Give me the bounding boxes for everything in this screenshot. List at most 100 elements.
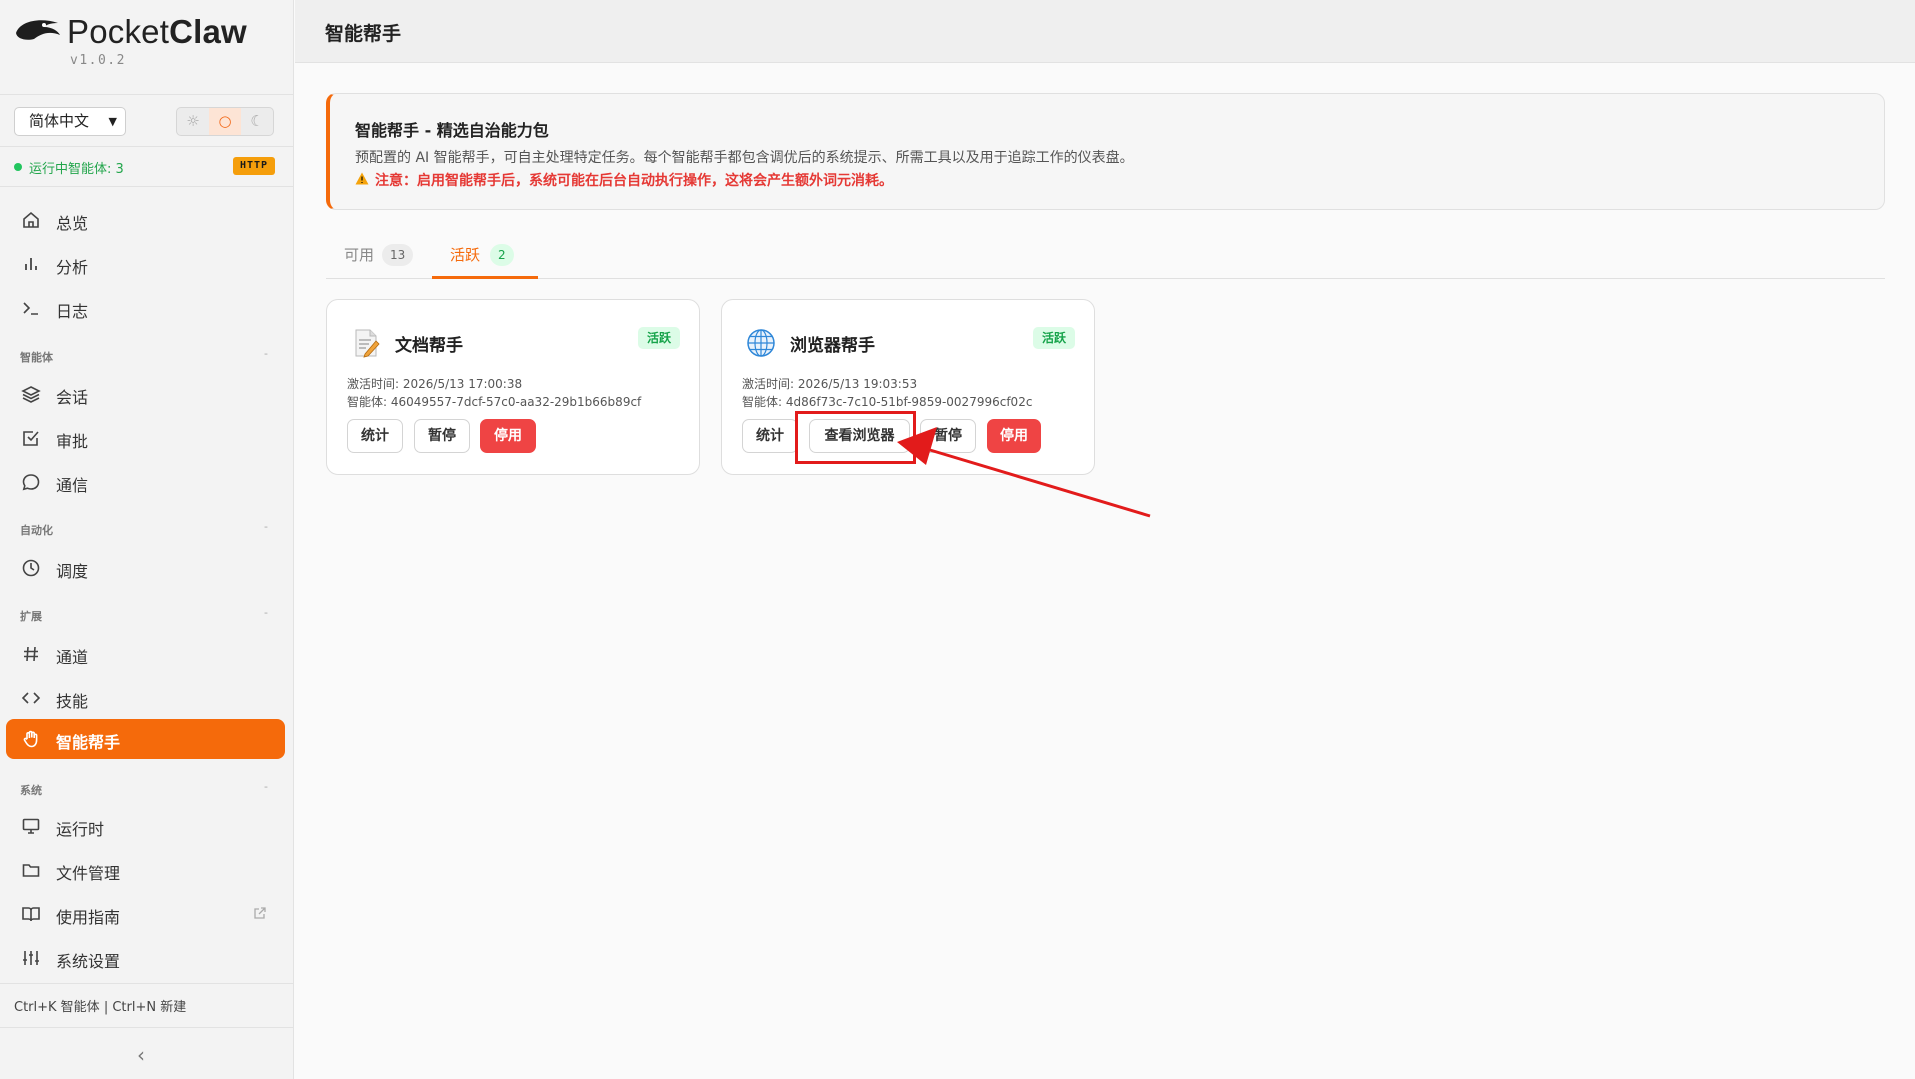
book-open-icon bbox=[22, 907, 40, 922]
sidebar-item-label: 审批 bbox=[56, 432, 89, 451]
shortcut-text: Ctrl+K 智能体 | Ctrl+N 新建 bbox=[14, 1000, 187, 1015]
section-collapse-icon[interactable]: - bbox=[264, 606, 268, 619]
external-link-icon bbox=[254, 907, 266, 919]
tab-bar: 可用 13 活跃 2 bbox=[326, 230, 1885, 279]
sidebar-item-files[interactable]: 文件管理 bbox=[6, 850, 285, 890]
section-collapse-icon[interactable]: - bbox=[264, 347, 268, 360]
system-theme-icon[interactable]: ○ bbox=[209, 108, 241, 135]
tab-active[interactable]: 活跃 2 bbox=[432, 230, 538, 279]
language-select-value: 简体中文 bbox=[29, 112, 90, 130]
pause-button[interactable]: 暂停 bbox=[414, 419, 470, 453]
pause-button[interactable]: 暂停 bbox=[920, 419, 976, 453]
sidebar-item-logs[interactable]: 日志 bbox=[6, 288, 285, 328]
sidebar-item-label: 通道 bbox=[56, 648, 89, 667]
app-version: v1.0.2 bbox=[70, 53, 126, 68]
disable-button[interactable]: 停用 bbox=[480, 419, 536, 453]
dark-theme-icon[interactable]: ☾ bbox=[241, 108, 273, 135]
sidebar-item-label: 调度 bbox=[56, 562, 89, 581]
status-badge: 活跃 bbox=[637, 327, 680, 349]
sidebar-item-label: 通信 bbox=[56, 476, 89, 495]
checkbox-icon bbox=[23, 431, 39, 446]
home-icon bbox=[23, 211, 39, 228]
sidebar: PocketClaw v1.0.2 简体中文 ▼ ☼ ○ ☾ 运行中智能体: 3… bbox=[0, 0, 294, 1079]
sidebar-item-runtime[interactable]: 运行时 bbox=[6, 806, 285, 846]
sidebar-item-analytics[interactable]: 分析 bbox=[6, 244, 285, 284]
sidebar-item-label: 文件管理 bbox=[56, 864, 121, 883]
sidebar-item-approvals[interactable]: 审批 bbox=[6, 418, 285, 458]
agent-id: 智能体: 4d86f73c-7c10-51bf-9859-0027996cf02… bbox=[742, 395, 1033, 409]
hand-icon bbox=[23, 730, 38, 748]
tab-label: 可用 bbox=[344, 246, 375, 264]
status-badge: 活跃 bbox=[1032, 327, 1075, 349]
assistant-name: 文档帮手 bbox=[395, 336, 463, 356]
sidebar-item-sessions[interactable]: 会话 bbox=[6, 374, 285, 414]
sidebar-item-messaging[interactable]: 通信 bbox=[6, 462, 285, 502]
tab-count-badge: 2 bbox=[490, 244, 514, 266]
stats-button[interactable]: 统计 bbox=[742, 419, 798, 453]
sidebar-item-label: 技能 bbox=[56, 692, 89, 711]
sidebar-item-label: 会话 bbox=[56, 388, 89, 407]
document-edit-icon bbox=[355, 329, 380, 358]
sidebar-item-assistants[interactable]: 智能帮手 bbox=[6, 719, 285, 759]
sidebar-item-scheduling[interactable]: 调度 bbox=[6, 548, 285, 588]
disable-button[interactable]: 停用 bbox=[987, 419, 1041, 453]
assistant-card: 文档帮手 活跃 激活时间: 2026/5/13 17:00:38 智能体: 46… bbox=[326, 299, 700, 475]
terminal-icon bbox=[23, 302, 38, 315]
keyboard-shortcut-hint: Ctrl+K 智能体 | Ctrl+N 新建 bbox=[0, 983, 294, 1028]
clock-icon bbox=[22, 559, 40, 577]
sidebar-item-label: 日志 bbox=[56, 302, 89, 321]
tab-available[interactable]: 可用 13 bbox=[326, 230, 426, 279]
activation-time: 激活时间: 2026/5/13 17:00:38 bbox=[347, 377, 523, 391]
sidebar-item-guide[interactable]: 使用指南 bbox=[6, 894, 285, 934]
section-heading-system: 系统 bbox=[20, 784, 42, 797]
section-heading-agents: 智能体 bbox=[20, 351, 53, 364]
banner-warning: 注意：启用智能帮手后，系统可能在后台自动执行操作，这将会产生额外词元消耗。 bbox=[355, 170, 893, 190]
sidebar-item-label: 智能帮手 bbox=[56, 733, 121, 752]
activation-time: 激活时间: 2026/5/13 19:03:53 bbox=[742, 377, 918, 391]
sidebar-controls: 简体中文 ▼ ☼ ○ ☾ bbox=[0, 95, 293, 147]
hash-icon bbox=[24, 646, 38, 662]
section-collapse-icon[interactable]: - bbox=[264, 780, 268, 793]
sidebar-item-label: 使用指南 bbox=[56, 908, 121, 927]
tab-count-badge: 13 bbox=[382, 244, 414, 266]
monitor-icon bbox=[22, 818, 40, 834]
info-banner: 智能帮手 - 精选自治能力包 预配置的 AI 智能帮手，可自主处理特定任务。每个… bbox=[326, 93, 1885, 210]
annotation-highlight-box bbox=[795, 411, 916, 464]
running-agents-count: 运行中智能体: 3 bbox=[29, 162, 124, 177]
folder-icon bbox=[22, 864, 40, 877]
language-select[interactable]: 简体中文 ▼ bbox=[14, 107, 126, 136]
agent-id: 智能体: 46049557-7dcf-57c0-aa32-29b1b66b89c… bbox=[347, 395, 642, 409]
theme-toggle: ☼ ○ ☾ bbox=[176, 107, 274, 136]
code-icon bbox=[21, 692, 41, 704]
collapse-sidebar-icon[interactable]: ‹ bbox=[137, 1043, 145, 1067]
light-theme-icon[interactable]: ☼ bbox=[177, 108, 209, 135]
sidebar-item-overview[interactable]: 总览 bbox=[6, 200, 285, 240]
page-title: 智能帮手 bbox=[325, 23, 402, 45]
sidebar-item-settings[interactable]: 系统设置 bbox=[6, 938, 285, 978]
bar-chart-icon bbox=[25, 258, 37, 270]
banner-warning-text: 注意：启用智能帮手后，系统可能在后台自动执行操作，这将会产生额外词元消耗。 bbox=[375, 173, 893, 189]
globe-icon bbox=[747, 329, 775, 357]
brand: PocketClaw v1.0.2 bbox=[0, 0, 293, 95]
brand-name: PocketClaw bbox=[67, 13, 247, 50]
assistant-name: 浏览器帮手 bbox=[790, 336, 875, 356]
sidebar-item-label: 运行时 bbox=[56, 820, 105, 839]
agent-status-bar: 运行中智能体: 3 HTTP bbox=[0, 147, 293, 187]
tab-label: 活跃 bbox=[450, 246, 481, 264]
claw-logo-icon bbox=[16, 20, 60, 40]
layers-icon bbox=[21, 386, 41, 403]
section-heading-automation: 自动化 bbox=[20, 524, 53, 537]
stats-button[interactable]: 统计 bbox=[347, 419, 403, 453]
sidebar-item-channels[interactable]: 通道 bbox=[6, 634, 285, 674]
status-dot-icon bbox=[14, 163, 22, 171]
sidebar-item-label: 分析 bbox=[56, 258, 89, 277]
sidebar-item-label: 总览 bbox=[56, 214, 89, 233]
sidebar-item-skills[interactable]: 技能 bbox=[6, 678, 285, 718]
section-collapse-icon[interactable]: - bbox=[264, 520, 268, 533]
sidebar-item-label: 系统设置 bbox=[56, 952, 121, 971]
banner-description: 预配置的 AI 智能帮手，可自主处理特定任务。每个智能帮手都包含调优后的系统提示… bbox=[355, 150, 1134, 166]
chevron-down-icon: ▼ bbox=[108, 115, 117, 128]
top-bar: 智能帮手 bbox=[295, 0, 1915, 63]
section-heading-extensions: 扩展 bbox=[20, 610, 42, 623]
banner-title: 智能帮手 - 精选自治能力包 bbox=[355, 121, 549, 140]
